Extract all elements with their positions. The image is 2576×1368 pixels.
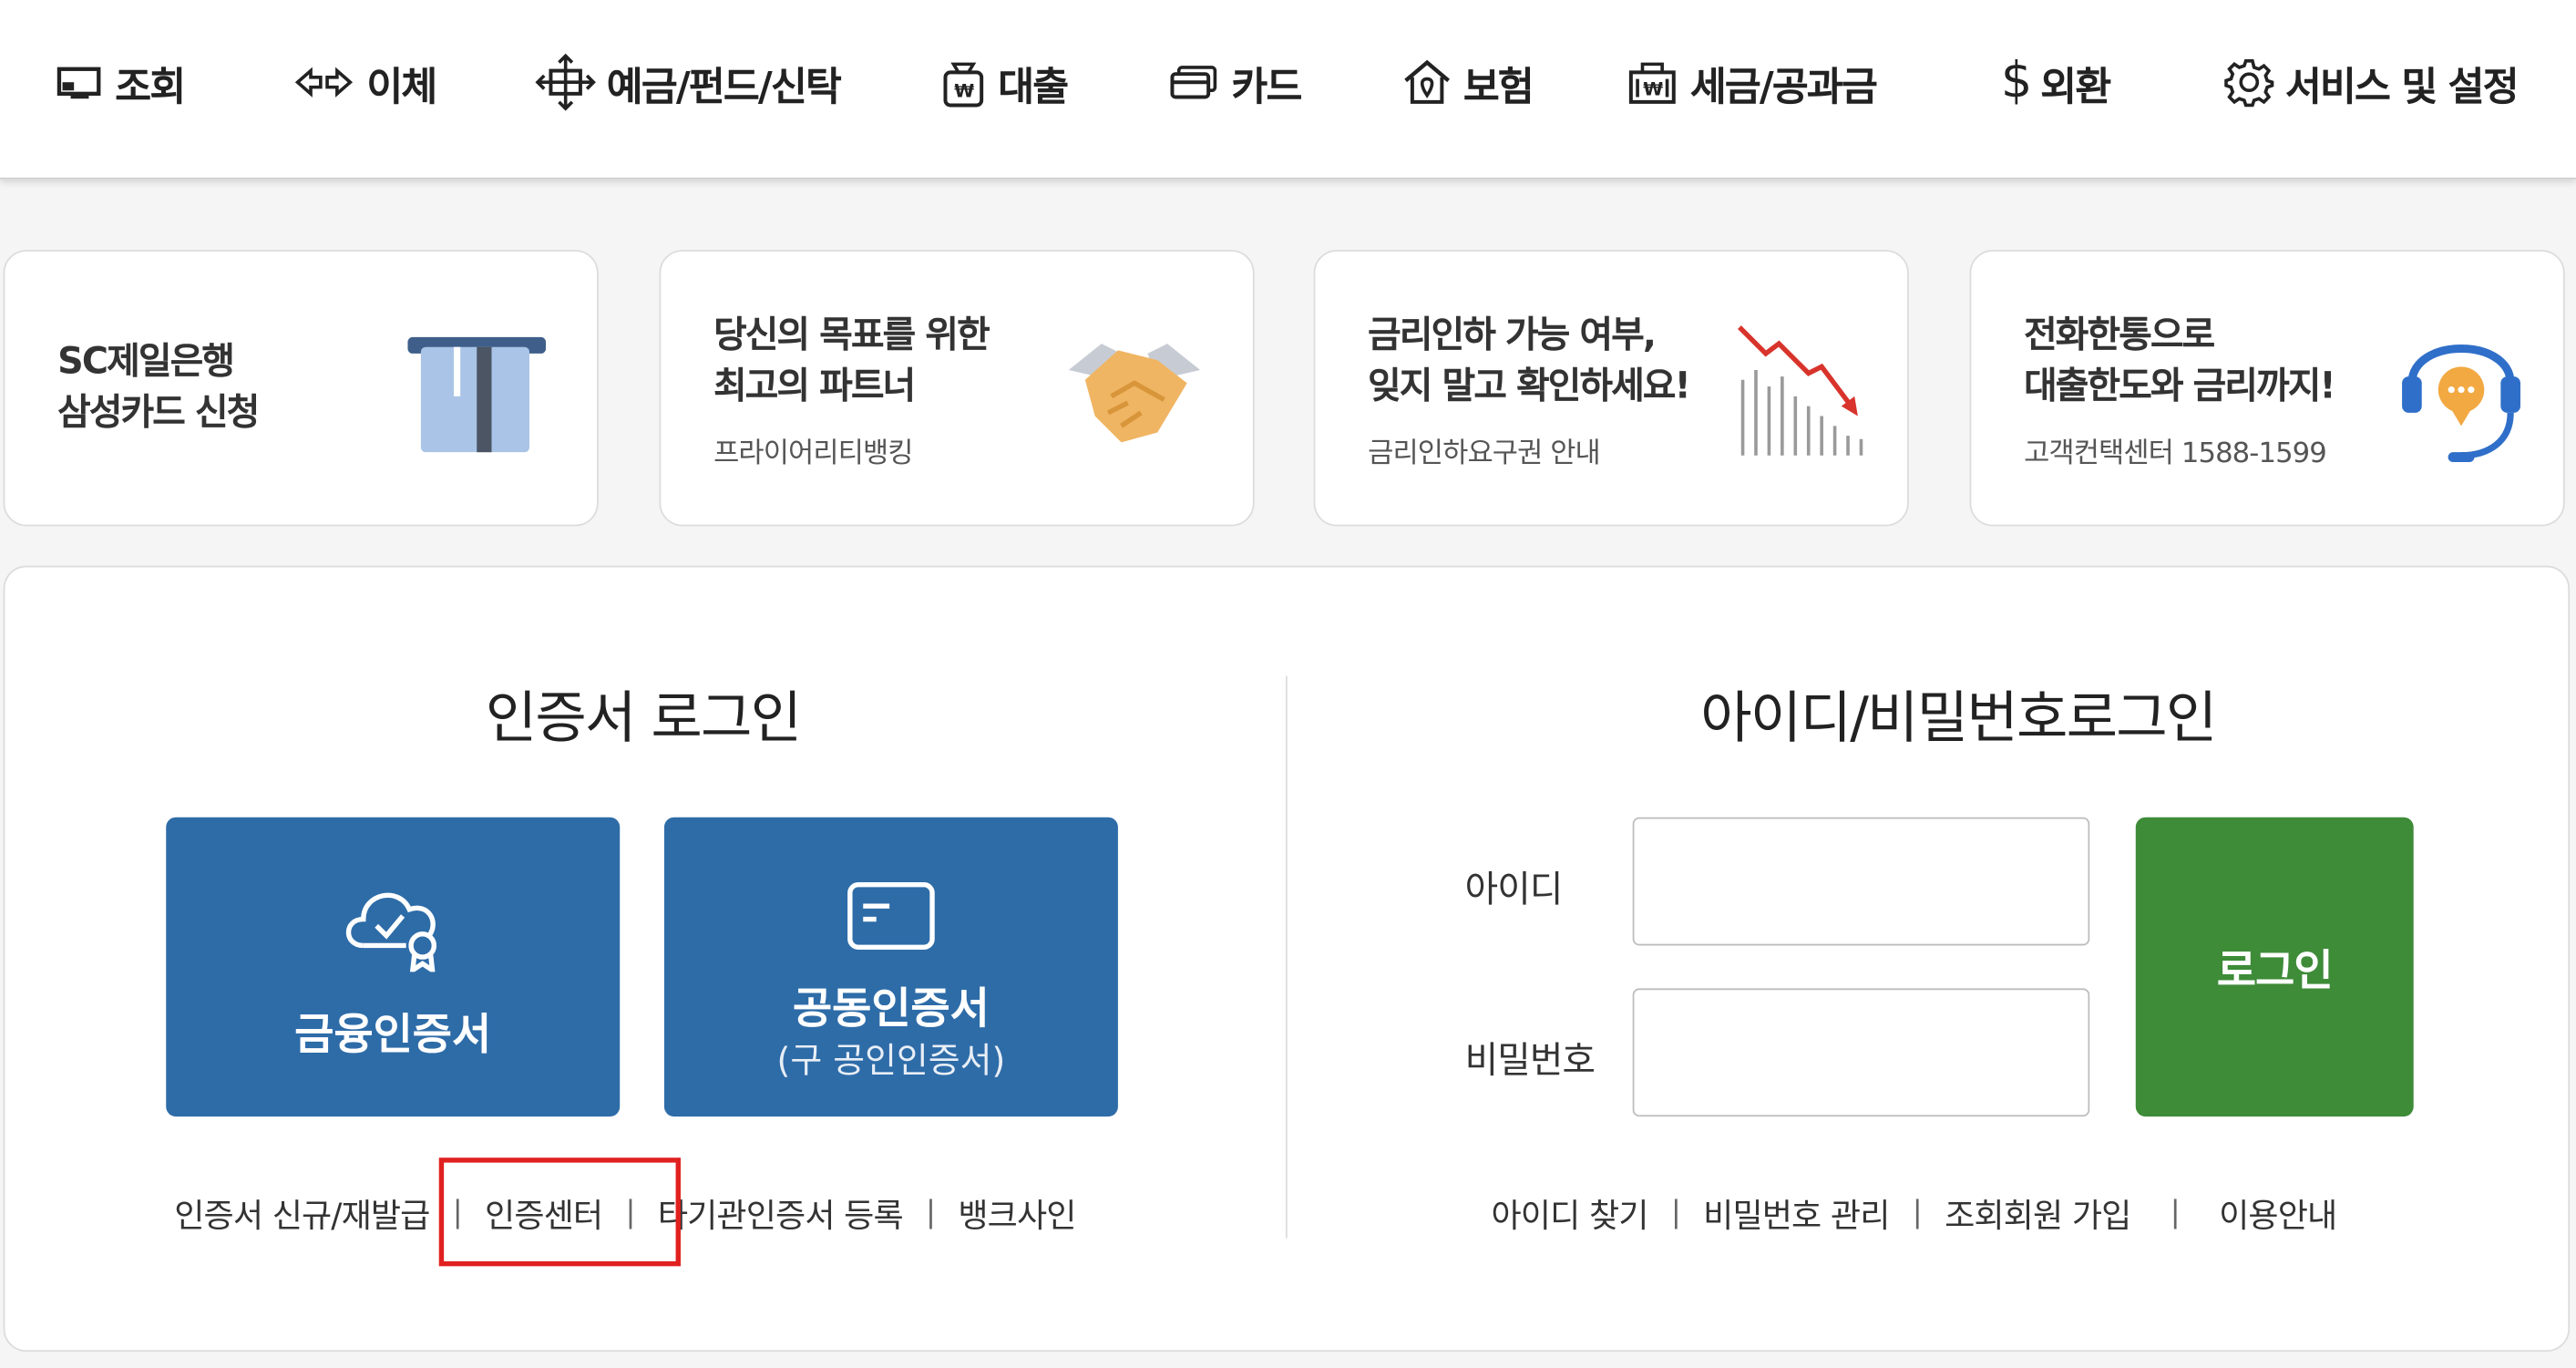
link-cert-center[interactable]: 인증센터: [485, 1189, 603, 1237]
house-shield-icon: [1404, 59, 1450, 104]
nav-label: 외환: [2040, 63, 2111, 109]
banner-priority-banking[interactable]: 당신의 목표를 위한 최고의 파트너 프라이어리티뱅킹: [659, 250, 1255, 527]
login-button[interactable]: 로그인: [2135, 817, 2414, 1117]
card-icon: [1170, 66, 1217, 99]
banner-rate-cut[interactable]: 금리인하 가능 여부, 잊지 말고 확인하세요! 금리인하요구권 안내: [1313, 250, 1909, 527]
link-other-cert-register[interactable]: 타기관인증서 등록: [658, 1189, 904, 1237]
financial-cert-label: 금융인증서: [294, 1011, 492, 1061]
pw-label: 비밀번호: [1464, 1041, 1596, 1083]
link-separator: |: [625, 1195, 636, 1230]
link-password-manage[interactable]: 비밀번호 관리: [1703, 1189, 1890, 1237]
nav-item-insurance[interactable]: 보험: [1401, 49, 1534, 115]
gear-icon: [2224, 58, 2274, 108]
cert-links: 인증서 신규/재발급 | 인증센터 | 타기관인증서 등록 | 뱅크사인: [174, 1189, 1076, 1237]
nav-label: 예금/펀드/신탁: [606, 63, 842, 109]
joint-cert-label: 공동인증서: [793, 984, 990, 1034]
transfer-arrows-icon: [294, 67, 354, 98]
cloud-cert-icon: [346, 892, 437, 972]
link-usage-guide[interactable]: 이용안내: [2219, 1189, 2337, 1237]
banner-title: 금리인하 가능 여부, 잊지 말고 확인하세요!: [1368, 315, 1691, 408]
link-separator: |: [1912, 1195, 1923, 1230]
link-separator: |: [926, 1195, 936, 1230]
banner-subtitle: 고객컨택센터 1588-1599: [2024, 437, 2327, 471]
tax-building-icon: ₩: [1628, 62, 1676, 104]
link-separator: |: [452, 1195, 463, 1230]
svg-text:₩: ₩: [954, 80, 974, 101]
joint-cert-sub: (구 공인인증서): [776, 1041, 1006, 1081]
joint-cert-button[interactable]: 공동인증서 (구 공인인증서): [663, 817, 1118, 1117]
banner-title: 당신의 목표를 위한 최고의 파트너: [713, 315, 990, 408]
nav-label: 카드: [1231, 63, 1302, 109]
monitor-icon: [56, 67, 101, 99]
id-input[interactable]: [1632, 817, 2090, 946]
dollar-icon: $: [2000, 52, 2032, 110]
panel-divider: [1285, 675, 1288, 1239]
nav-item-tax[interactable]: ₩ 세금/공과금: [1625, 49, 1878, 115]
banner-samsung-card[interactable]: SC제일은행 삼성카드 신청: [3, 250, 599, 527]
id-links: 아이디 찾기 | 비밀번호 관리 | 조회회원 가입 | 이용안내: [1492, 1189, 2338, 1237]
link-banksign[interactable]: 뱅크사인: [958, 1189, 1076, 1237]
deposit-move-icon: [535, 53, 596, 111]
nav-label: 조회: [115, 63, 186, 109]
loan-bag-icon: ₩: [943, 62, 984, 108]
password-input[interactable]: [1632, 988, 2090, 1117]
top-nav: 조회 이체 예금/펀드/신탁 ₩ 대출 카드 보험 ₩ 세금/공과금 $ 외환: [0, 0, 2576, 180]
nav-label: 대출: [998, 63, 1069, 109]
cert-login-title: 인증서 로그인: [485, 685, 802, 752]
nav-label: 이체: [366, 63, 437, 109]
falling-chart-icon: [1738, 325, 1863, 456]
nav-item-transfer[interactable]: 이체: [291, 49, 437, 115]
nav-item-inquiry[interactable]: 조회: [56, 49, 186, 115]
handshake-icon: [1068, 344, 1201, 443]
page: 조회 이체 예금/펀드/신탁 ₩ 대출 카드 보험 ₩ 세금/공과금 $ 외환: [0, 0, 2576, 1368]
headset-icon: [2402, 345, 2520, 463]
banner-subtitle: 금리인하요구권 안내: [1368, 437, 1601, 471]
banner-subtitle: 프라이어리티뱅킹: [713, 437, 913, 471]
id-label: 아이디: [1464, 869, 1564, 911]
login-panel: 인증서 로그인 금융인증서 공동인증서 (구 공인인증서) 인증서 신규/재발급…: [3, 565, 2571, 1353]
nav-label: 서비스 및 설정: [2284, 63, 2520, 109]
banner-contact-center[interactable]: 전화한통으로 대출한도와 금리까지! 고객컨택센터 1588-1599: [1969, 250, 2565, 527]
card-slot-icon: [407, 336, 547, 453]
nav-item-settings[interactable]: 서비스 및 설정: [2222, 49, 2520, 115]
financial-cert-button[interactable]: 금융인증서: [166, 817, 621, 1117]
banner-title: 전화한통으로 대출한도와 금리까지!: [2024, 315, 2336, 408]
nav-label: 보험: [1462, 63, 1534, 109]
link-separator: |: [1670, 1195, 1681, 1230]
nav-item-card[interactable]: 카드: [1169, 49, 1302, 115]
nav-label: 세금/공과금: [1689, 63, 1878, 109]
nav-item-loan[interactable]: ₩ 대출: [939, 49, 1069, 115]
banner-title: SC제일은행 삼성카드 신청: [57, 342, 260, 435]
link-cert-issue[interactable]: 인증서 신규/재발급: [174, 1189, 430, 1237]
link-find-id[interactable]: 아이디 찾기: [1492, 1189, 1649, 1237]
link-separator: |: [2170, 1195, 2181, 1230]
id-login-title: 아이디/비밀번호로그인: [1700, 685, 2217, 752]
card-outline-icon: [847, 882, 935, 950]
svg-text:₩: ₩: [1643, 79, 1663, 100]
nav-item-deposit[interactable]: 예금/펀드/신탁: [534, 49, 842, 115]
link-inquiry-member-join[interactable]: 조회회원 가입: [1945, 1189, 2131, 1237]
nav-item-foreign-exchange[interactable]: $ 외환: [2000, 49, 2111, 115]
